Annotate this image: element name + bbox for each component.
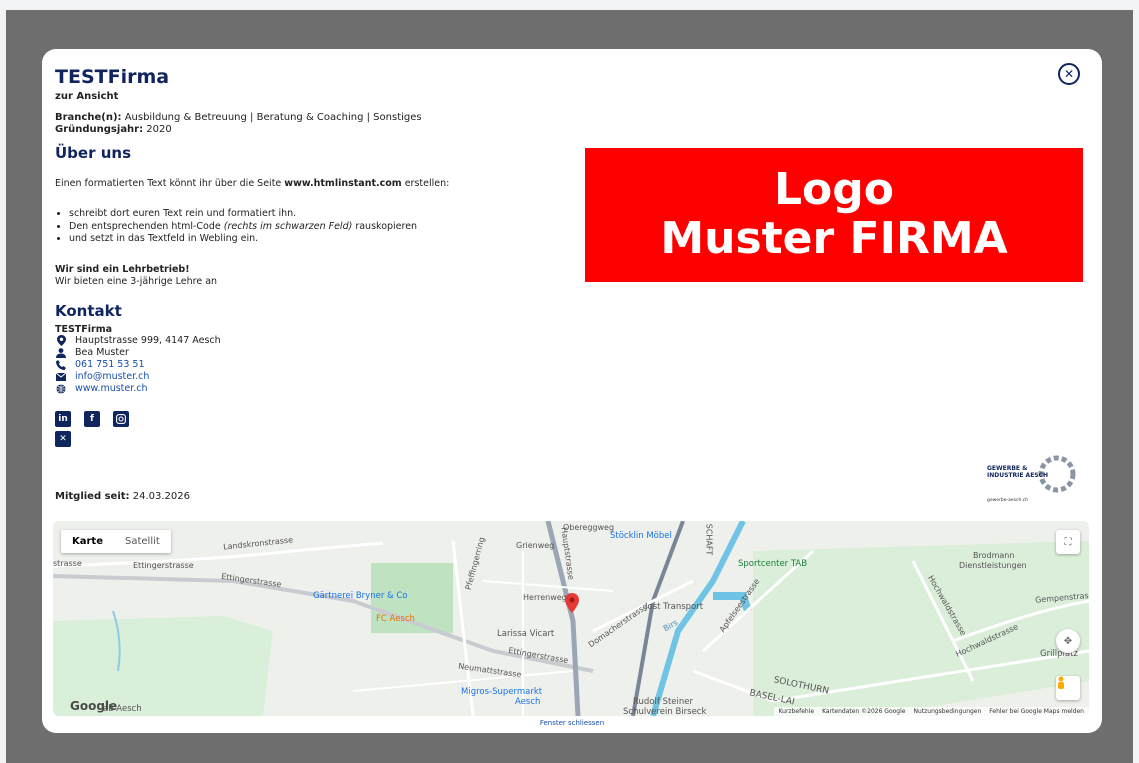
tab-satellit[interactable]: Satellit (114, 530, 171, 553)
company-meta: Branche(n): Ausbildung & Betreuung | Ber… (55, 112, 575, 136)
list-item: und setzt in das Textfeld in Webling ein… (69, 233, 575, 246)
list-item: schreibt dort euren Text rein und format… (69, 208, 575, 221)
lehrbetrieb-title: Wir sind ein Lehrbetrieb! (55, 263, 190, 275)
about-intro: Einen formatierten Text könnt ihr über d… (55, 178, 575, 190)
intro-after: erstellen: (401, 178, 450, 189)
map-data-credit: Kartendaten ©2026 Google (822, 708, 906, 715)
contact-email-row: info@muster.ch (55, 371, 575, 383)
poi-sportcenter[interactable]: Sportcenter TAB (738, 559, 807, 569)
intro-before: Einen formatierten Text könnt ihr über d… (55, 178, 285, 189)
branche-row: Branche(n): Ausbildung & Betreuung | Ber… (55, 112, 575, 124)
list-item-italic: (rechts im schwarzen Feld) (223, 220, 353, 232)
contact-web-row: www.muster.ch (55, 383, 575, 395)
list-item-text: rauskopieren (352, 220, 418, 232)
gia-line1: GEWERBE & (987, 465, 1028, 472)
page-background-top (0, 0, 1139, 10)
contact-company-name: TESTFirma (55, 323, 113, 335)
close-icon[interactable]: ✕ (1058, 63, 1080, 85)
close-window-link[interactable]: Fenster schliessen (42, 719, 1102, 727)
gruendung-label: Gründungsjahr: (55, 124, 144, 135)
company-title: TESTFirma (55, 66, 170, 88)
map-type-tabs: Karte Satellit (61, 530, 171, 553)
google-map[interactable]: Karte Satellit strasse Landskronstrasse … (53, 521, 1089, 716)
company-info: TESTFirma zur Ansicht Branche(n): Ausbil… (55, 65, 575, 447)
poi-migros[interactable]: Migros-Supermarkt (461, 687, 542, 697)
map-label-schaft: SCHAFT (704, 523, 714, 556)
lehrbetrieb-note: Wir sind ein Lehrbetrieb! Wir bieten ein… (55, 264, 575, 288)
x-icon[interactable]: ✕ (55, 430, 71, 447)
poi-rudolf[interactable]: Rudolf Steiner (633, 697, 693, 707)
page-background-right (1133, 10, 1139, 763)
instagram-icon[interactable] (113, 410, 129, 427)
about-heading: Über uns (55, 144, 131, 162)
street-view-pegman-icon[interactable] (1056, 676, 1080, 700)
map-label-brodmann: Brodmann (973, 551, 1015, 560)
poi-migros-aesch[interactable]: Aesch (515, 697, 540, 707)
branche-value: Ausbildung & Betreuung | Beratung & Coac… (121, 112, 422, 123)
poi-rudolf2[interactable]: Schulverein Birseck (623, 707, 706, 716)
intro-link[interactable]: www.htmlinstant.com (284, 178, 401, 189)
branche-label: Branche(n): (55, 112, 122, 123)
globe-icon (55, 383, 67, 394)
poi-fcaesch[interactable]: FC Aesch (376, 614, 415, 624)
member-since-value: 24.03.2026 (129, 491, 190, 502)
map-terms-link[interactable]: Nutzungsbedingungen (913, 708, 981, 715)
contact-heading: Kontakt (55, 301, 122, 320)
linkedin-icon[interactable]: in (55, 410, 71, 427)
member-since-label: Mitglied seit: (55, 491, 130, 502)
gewerbe-industrie-aesch-logo: GEWERBE & INDUSTRIE AESCH gewerbe-aesch.… (982, 454, 1082, 509)
member-since: Mitglied seit: 24.03.2026 (55, 491, 190, 502)
map-footer: Kurzbefehle Kartendaten ©2026 Google Nut… (773, 707, 1089, 716)
logo-text-line2: Muster FIRMA (660, 213, 1008, 264)
map-label-herrenweg: Herrenweg (523, 593, 567, 602)
list-item: Den entsprechenden html-Code (rechts im … (69, 221, 575, 234)
gia-line2: INDUSTRIE AESCH (987, 472, 1049, 479)
camera-control-icon[interactable]: ✥ (1056, 629, 1080, 653)
lehrbetrieb-text: Wir bieten eine 3-jährige Lehre an (55, 275, 218, 287)
social-links: in f (55, 410, 575, 427)
map-label-ettinger1: Ettingerstrasse (133, 561, 194, 570)
envelope-icon (55, 371, 67, 382)
page-background-left (0, 10, 6, 763)
social-links-row2: ✕ (55, 430, 575, 447)
contact-email-link[interactable]: info@muster.ch (75, 371, 149, 383)
poi-gaertnerei[interactable]: Gärtnerei Bryner & Co (313, 591, 407, 601)
phone-icon (55, 359, 67, 370)
gruendung-row: Gründungsjahr: 2020 (55, 124, 575, 136)
gia-line3: gewerbe-aesch.ch (987, 498, 1029, 503)
location-pin-icon (55, 335, 67, 346)
about-list: schreibt dort euren Text rein und format… (55, 208, 575, 246)
logo-text-line1: Logo (774, 164, 894, 215)
contact-address-row: Hauptstrasse 999, 4147 Aesch (55, 335, 575, 347)
map-shortcuts-link[interactable]: Kurzbefehle (779, 708, 815, 715)
map-label-obereggweg: Obereggweg (563, 523, 615, 532)
facebook-icon[interactable]: f (84, 410, 100, 427)
contact-person: Bea Muster (75, 346, 129, 358)
gruendung-value: 2020 (143, 124, 172, 135)
company-logo: Logo Muster FIRMA (585, 148, 1083, 282)
contact-web-link[interactable]: www.muster.ch (75, 383, 148, 395)
poi-stoecklin[interactable]: Stöcklin Möbel (610, 531, 672, 541)
map-report-link[interactable]: Fehler bei Google Maps melden (989, 708, 1084, 715)
tab-karte[interactable]: Karte (61, 530, 114, 553)
list-item-text: Den entsprechenden html-Code (69, 220, 224, 232)
company-modal: ✕ TESTFirma zur Ansicht Branche(n): Ausb… (42, 49, 1102, 733)
poi-larissa[interactable]: Larissa Vicart (497, 629, 554, 639)
map-label-dienst: Dienstleistungen (959, 561, 1027, 570)
map-label-grienweg: Grienweg (516, 541, 555, 550)
contact-phone-link[interactable]: 061 751 53 51 (75, 359, 145, 371)
contact-person-row: Bea Muster (55, 347, 575, 359)
company-subtitle: zur Ansicht (55, 91, 119, 102)
map-label-strasse: strasse (53, 559, 82, 568)
user-icon (55, 347, 67, 358)
contact-address: Hauptstrasse 999, 4147 Aesch (75, 334, 221, 346)
contact-phone-row: 061 751 53 51 (55, 359, 575, 371)
fullscreen-icon[interactable]: ⛶ (1056, 530, 1080, 554)
poi-transport[interactable]: Jost Transport (645, 602, 703, 612)
google-logo: Google (70, 699, 118, 713)
